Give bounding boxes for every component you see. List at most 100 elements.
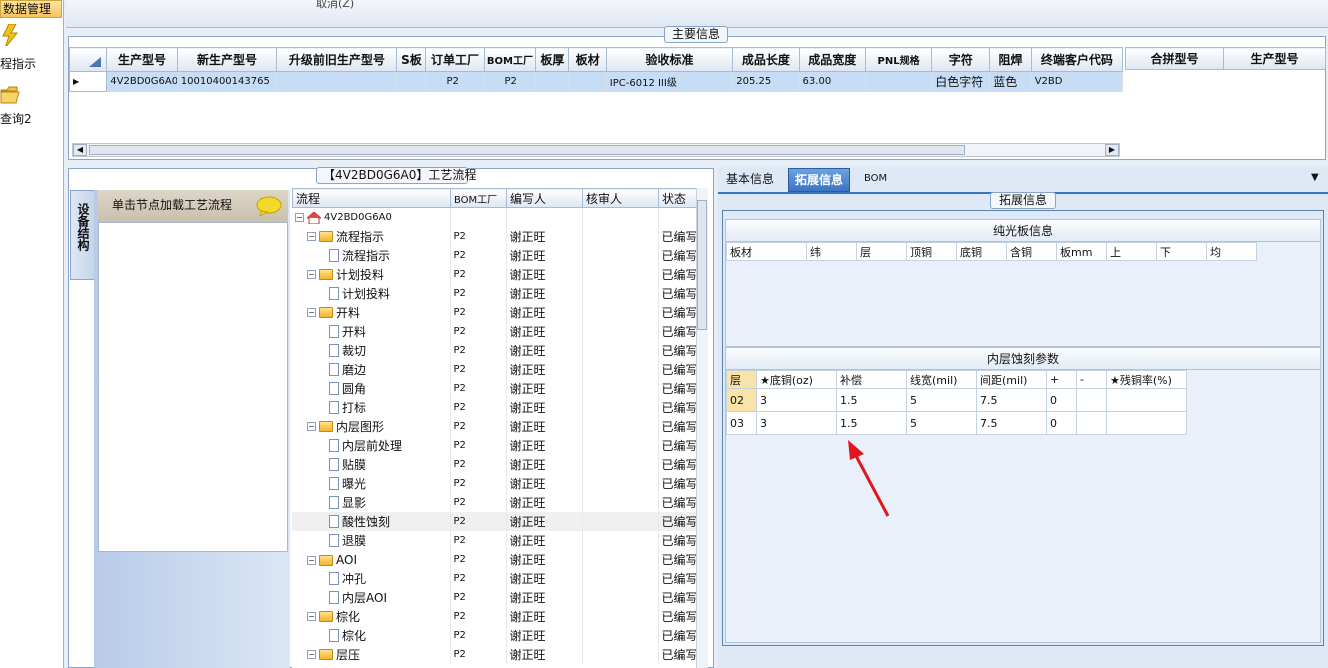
col-header[interactable]: 升级前旧生产型号 — [276, 47, 398, 72]
table-cell[interactable] — [865, 71, 933, 92]
table-cell[interactable]: 1.5 — [836, 388, 907, 412]
table-cell[interactable] — [396, 71, 427, 92]
col-header[interactable]: 板厚 — [535, 47, 570, 72]
col-header[interactable]: 新生产型号 — [176, 47, 278, 72]
rail-item-flow[interactable]: 程指示 — [0, 55, 62, 72]
tree-row[interactable]: 贴膜 P2 谢正旺 已编写 — [292, 455, 697, 474]
table-cell[interactable] — [1106, 411, 1187, 435]
col-header[interactable]: 补偿 — [836, 370, 907, 389]
col-header[interactable]: 编写人 — [506, 188, 583, 208]
scroll-right-icon[interactable]: ▶ — [1105, 144, 1119, 156]
tree-row[interactable]: 开料 P2 谢正旺 已编写 — [292, 322, 697, 341]
tree-row[interactable]: − 棕化 P2 谢正旺 已编写 — [292, 607, 697, 626]
table-cell[interactable]: 0 — [1046, 411, 1077, 435]
col-header[interactable]: + — [1046, 370, 1077, 389]
col-header[interactable]: 上 — [1106, 242, 1157, 261]
col-header[interactable]: 验收标准 — [605, 47, 734, 72]
col-header[interactable]: 状态 — [658, 188, 697, 208]
col-header[interactable]: 间距(mil) — [976, 370, 1047, 389]
col-header[interactable]: 终端客户代码 — [1030, 47, 1124, 72]
table-cell[interactable]: 5 — [906, 411, 977, 435]
rail-item-query[interactable]: 查询2 — [0, 110, 62, 127]
col-header[interactable]: PNL规格 — [864, 47, 933, 72]
tree-row[interactable]: 内层AOI P2 谢正旺 已编写 — [292, 588, 697, 607]
col-header[interactable]: 核审人 — [582, 188, 659, 208]
table-cell[interactable]: 蓝色 — [989, 71, 1032, 92]
table-cell[interactable]: IPC-6012 III级 — [606, 71, 734, 92]
tab-extended-info[interactable]: 拓展信息 — [788, 168, 851, 192]
tree-row[interactable]: 圆角 P2 谢正旺 已编写 — [292, 379, 697, 398]
dropdown-icon[interactable]: ▼ — [1311, 172, 1319, 183]
table-cell[interactable]: 白色字符 — [931, 71, 991, 92]
table-cell[interactable] — [535, 71, 570, 92]
col-header[interactable]: 合拼型号 — [1125, 47, 1224, 70]
table-cell[interactable] — [1076, 388, 1107, 412]
col-header[interactable]: 板mm — [1056, 242, 1107, 261]
table-cell[interactable] — [568, 71, 607, 92]
col-header[interactable]: 阻焊 — [989, 47, 1032, 72]
scroll-left-icon[interactable]: ◀ — [73, 144, 87, 156]
col-header[interactable]: 线宽(mil) — [906, 370, 977, 389]
table-cell[interactable]: 63.00 — [799, 71, 866, 92]
table-cell[interactable]: 02 — [726, 388, 757, 412]
tree-row[interactable]: 裁切 P2 谢正旺 已编写 — [292, 341, 697, 360]
col-header[interactable]: ★底铜(oz) — [756, 370, 837, 389]
table-cell[interactable]: 3 — [756, 388, 837, 412]
vertical-scroll-thumb[interactable] — [697, 200, 707, 330]
tree-row[interactable]: 流程指示 P2 谢正旺 已编写 — [292, 246, 697, 265]
tree-row[interactable]: 退膜 P2 谢正旺 已编写 — [292, 531, 697, 550]
scroll-thumb[interactable] — [89, 145, 965, 155]
tab-bom[interactable]: BOM — [858, 168, 893, 192]
rail-title[interactable]: 数据管理 — [0, 0, 62, 18]
collapse-icon[interactable]: − — [307, 612, 316, 621]
tab-basic-info[interactable]: 基本信息 — [720, 168, 780, 192]
tree-row[interactable]: − 流程指示 P2 谢正旺 已编写 — [292, 227, 697, 246]
table-cell[interactable]: P2 — [425, 71, 485, 92]
col-header[interactable]: 层 — [856, 242, 907, 261]
table-cell[interactable]: 1.5 — [836, 411, 907, 435]
folder-open-icon[interactable] — [0, 84, 20, 106]
lightning-icon[interactable] — [0, 24, 20, 46]
collapse-icon[interactable]: − — [307, 555, 316, 565]
col-header[interactable]: 字符 — [931, 47, 991, 72]
cancel-button[interactable]: 取消(Z) — [316, 0, 354, 11]
table-cell[interactable]: 0 — [1046, 388, 1077, 412]
tree-row[interactable]: − 计划投料 P2 谢正旺 已编写 — [292, 265, 697, 284]
table-cell[interactable]: 4V2BD0G6A0 — [106, 71, 178, 92]
col-header[interactable]: - — [1076, 370, 1107, 389]
table-cell[interactable] — [1076, 411, 1107, 435]
col-header[interactable]: 顶铜 — [906, 242, 957, 261]
load-flow-header[interactable]: 单击节点加载工艺流程 — [98, 190, 288, 222]
horizontal-scrollbar[interactable]: ◀ ▶ — [72, 143, 1120, 157]
collapse-icon[interactable]: − — [307, 308, 316, 317]
col-header[interactable]: 成品宽度 — [798, 47, 866, 72]
table-cell[interactable]: 10010400143765 — [177, 71, 278, 92]
table-cell[interactable]: 7.5 — [976, 388, 1047, 412]
tree-row[interactable]: 冲孔 P2 谢正旺 已编写 — [292, 569, 697, 588]
table-cell[interactable]: 205.25 — [732, 71, 800, 92]
table-cell[interactable] — [276, 71, 398, 92]
tree-row[interactable]: 显影 P2 谢正旺 已编写 — [292, 493, 697, 512]
col-header[interactable]: S板 — [396, 47, 427, 72]
table-cell[interactable] — [1106, 388, 1187, 412]
table-cell[interactable]: 5 — [906, 388, 977, 412]
col-header[interactable]: BOM工厂 — [450, 188, 507, 208]
tree-row[interactable]: 内层前处理 P2 谢正旺 已编写 — [292, 436, 697, 455]
collapse-icon[interactable]: − — [307, 650, 316, 659]
collapse-icon[interactable]: − — [307, 232, 316, 241]
collapse-icon[interactable]: − — [295, 213, 304, 222]
table-cell[interactable]: V2BD — [1031, 71, 1124, 92]
table-row[interactable]: 03 3 1.5 5 7.5 0 — [726, 411, 1187, 435]
tree-row[interactable]: 计划投料 P2 谢正旺 已编写 — [292, 284, 697, 303]
tree-row[interactable]: 曝光 P2 谢正旺 已编写 — [292, 474, 697, 493]
col-header[interactable]: 成品长度 — [732, 47, 800, 72]
tree-row[interactable]: − AOI P2 谢正旺 已编写 — [292, 550, 697, 569]
tree-row[interactable]: 酸性蚀刻 P2 谢正旺 已编写 — [292, 512, 697, 531]
col-header[interactable]: 生产型号 — [106, 47, 178, 72]
collapse-icon[interactable]: − — [307, 422, 316, 431]
tree-row[interactable]: − 开料 P2 谢正旺 已编写 — [292, 303, 697, 322]
col-header[interactable]: 含铜 — [1006, 242, 1057, 261]
col-header[interactable]: 生产型号 — [1223, 47, 1326, 70]
col-header[interactable]: 板材 — [568, 47, 607, 72]
tree-row[interactable]: − 层压 P2 谢正旺 已编写 — [292, 645, 697, 664]
